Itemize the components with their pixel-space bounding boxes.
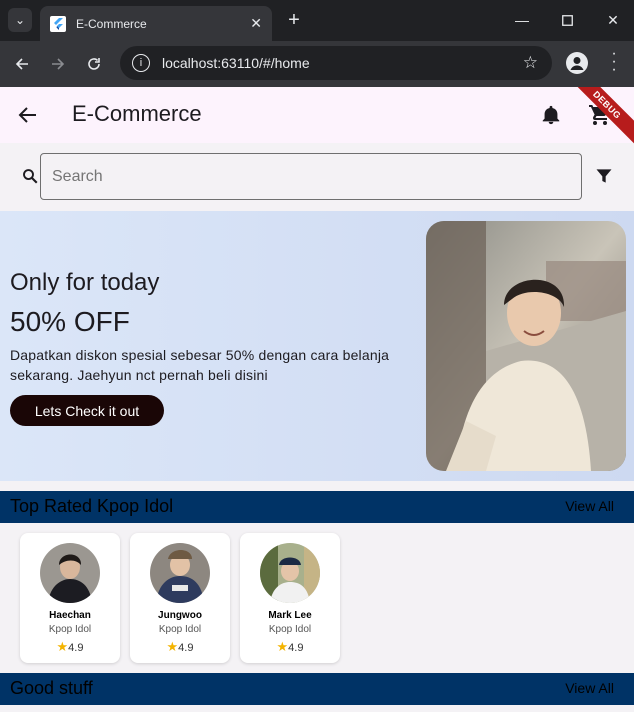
idol-card[interactable]: Haechan Kpop Idol ★4.9 [20,533,120,663]
search-icon [23,169,38,184]
idol-name: Jungwoo [158,610,202,621]
browser-tab[interactable]: E-Commerce ✕ [40,6,272,41]
star-icon: ★ [56,639,69,654]
minimize-window-button[interactable]: — [508,8,536,32]
close-window-button[interactable]: ✕ [599,8,627,32]
tab-search-button[interactable]: ⌄ [8,8,32,32]
idol-rating: ★4.9 [130,639,230,655]
idol-rating: ★4.9 [20,639,120,655]
promo-description: Dapatkan diskon spesial sebesar 50% deng… [10,347,390,383]
back-arrow-icon[interactable] [16,103,40,127]
promo-headline: 50% OFF [10,306,130,337]
idol-rating: ★4.9 [240,639,340,655]
idol-rating-value: 4.9 [178,642,194,654]
notification-bell-icon[interactable] [540,104,562,126]
app-viewport: E-Commerce DEBUG Only for today 50% OFF … [0,87,634,712]
address-bar[interactable]: i localhost:63110/#/home ☆ [120,46,552,80]
browser-menu-icon[interactable]: · · · [604,46,624,78]
idol-role: Kpop Idol [268,624,312,635]
site-info-icon[interactable]: i [132,54,150,72]
promo-banner: Only for today 50% OFF Dapatkan diskon s… [0,211,634,481]
flutter-favicon-icon [50,15,66,32]
top-rated-section-header: Top Rated Kpop Idol View All [0,491,634,523]
filter-icon[interactable] [594,166,614,186]
idol-rating-value: 4.9 [68,642,84,654]
good-stuff-section-header: Good stuff View All [0,673,634,705]
browser-toolbar: i localhost:63110/#/home ☆ [0,41,634,87]
reload-button[interactable] [81,51,107,77]
idol-name: Haechan [49,610,91,621]
idol-card[interactable]: Jungwoo Kpop Idol ★4.9 [130,533,230,663]
star-icon: ★ [166,639,179,654]
arrow-left-icon [15,58,28,70]
idol-card[interactable]: Mark Lee Kpop Idol ★4.9 [240,533,340,663]
top-rated-view-all-link[interactable]: View All [565,498,614,514]
good-stuff-view-all-link[interactable]: View All [565,680,614,696]
good-stuff-title: Good stuff [10,678,93,698]
app-bar: E-Commerce DEBUG [0,87,634,150]
star-icon: ★ [276,639,289,654]
search-input[interactable] [40,153,582,200]
address-url: localhost:63110/#/home [162,55,310,71]
idol-name: Mark Lee [268,610,312,621]
search-row [0,143,634,211]
browser-back-button[interactable] [9,51,35,77]
browser-tab-strip: ⌄ E-Commerce ✕ + — ✕ [0,0,634,41]
profile-avatar-icon[interactable] [566,52,588,74]
new-tab-button[interactable]: + [282,8,306,32]
close-icon: ✕ [607,11,619,28]
maximize-window-button[interactable] [553,8,581,32]
promo-eyebrow: Only for today [10,269,160,296]
idol-role: Kpop Idol [158,624,202,635]
bookmark-star-icon[interactable]: ☆ [523,53,538,73]
maximize-icon [561,14,573,26]
idol-role: Kpop Idol [48,624,92,635]
check-it-out-button[interactable]: Lets Check it out [10,395,164,426]
idol-avatar [260,543,320,603]
promo-photo [426,221,626,471]
browser-forward-button[interactable] [45,51,71,77]
tab-title: E-Commerce [76,16,147,31]
plus-icon: + [288,8,300,31]
idol-card-list: Haechan Kpop Idol ★4.9 Jungwoo Kpop Idol… [0,533,634,663]
minimize-icon: — [515,12,529,28]
idol-avatar [150,543,210,603]
top-rated-title: Top Rated Kpop Idol [10,496,174,516]
reload-icon [88,58,100,70]
idol-avatar [40,543,100,603]
close-tab-icon[interactable]: ✕ [250,15,262,32]
arrow-right-icon [52,58,65,70]
page-title: E-Commerce [72,101,202,126]
chevron-down-icon: ⌄ [14,13,26,27]
idol-rating-value: 4.9 [288,642,304,654]
